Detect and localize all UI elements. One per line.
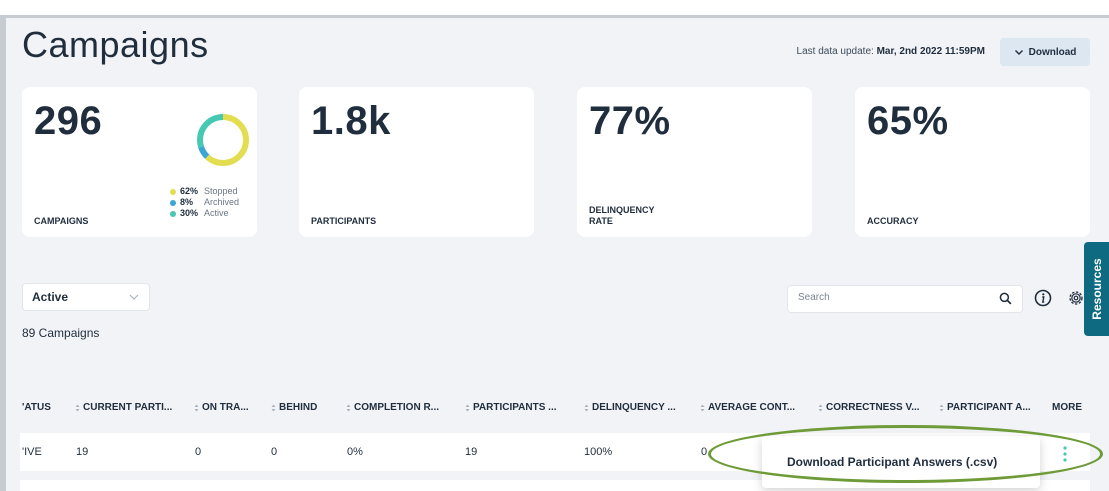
campaign-status-legend: 62% Stopped 8% Archived 30% Active — [170, 186, 239, 219]
participants-label: PARTICIPANTS — [311, 216, 377, 226]
top-divider — [0, 15, 1109, 18]
legend-item-stopped: 62% Stopped — [170, 186, 239, 197]
legend-dot-archived — [170, 199, 176, 206]
column-header-status[interactable]: 'ATUS — [22, 402, 51, 413]
legend-name-archived: Archived — [204, 197, 240, 207]
delinquency-rate: 77% — [589, 99, 671, 143]
column-header-completion-rate[interactable]: COMPLETION R... — [346, 402, 439, 413]
sort-icon — [700, 404, 705, 411]
sort-icon — [818, 404, 823, 411]
search-icon[interactable] — [999, 292, 1012, 305]
column-header-label: AVERAGE CONT... — [708, 402, 796, 413]
campaigns-card: 296 62% Stopped 8% Archived 30% Active C… — [22, 87, 257, 237]
campaigns-count: 296 — [34, 99, 103, 143]
cell-delinquency: 100% — [584, 446, 613, 458]
column-header-label: DELINQUENCY ... — [592, 402, 676, 413]
column-header-label: BEHIND — [279, 402, 318, 413]
accuracy-label: ACCURACY — [867, 216, 919, 226]
column-header-label: CORRECTNESS V... — [826, 402, 920, 413]
sort-icon — [194, 404, 199, 411]
column-header-label: CURRENT PARTI... — [83, 402, 173, 413]
last-update-label: Last data update: — [796, 46, 874, 57]
column-header-behind[interactable]: BEHIND — [271, 402, 317, 413]
column-header-more: MORE — [1052, 402, 1082, 413]
column-header-correctness[interactable]: CORRECTNESS V... — [818, 402, 920, 413]
delinquency-card: 77% DELINQUENCY RATE — [577, 87, 812, 237]
column-header-label: ON TRA... — [202, 402, 249, 413]
column-header-average[interactable]: AVERAGE CONT... — [700, 402, 795, 413]
status-filter-select[interactable]: Active — [22, 283, 150, 311]
column-header-label: 'ATUS — [22, 402, 51, 413]
legend-dot-active — [170, 210, 176, 217]
download-button-label: Download — [1028, 46, 1077, 58]
legend-item-archived: 8% Archived — [170, 197, 239, 208]
accuracy-card: 65% ACCURACY — [855, 87, 1090, 237]
cell-behind: 0 — [271, 446, 278, 458]
cell-current-participants: 19 — [76, 446, 89, 458]
status-filter-value: Active — [32, 290, 69, 304]
delinquency-label-line1: DELINQUENCY — [589, 205, 655, 215]
cell-status: 'IVE — [22, 446, 42, 458]
resources-tab-label: Resources — [1089, 258, 1104, 320]
column-header-label: PARTICIPANT A... — [947, 402, 1031, 413]
resources-tab[interactable]: Resources — [1084, 242, 1109, 336]
cell-average: 0 — [701, 446, 708, 458]
chevron-down-icon — [1014, 50, 1023, 55]
column-header-label: MORE — [1052, 402, 1082, 413]
legend-name-active: Active — [204, 208, 229, 218]
cell-completion-rate: 0% — [347, 446, 363, 458]
sort-icon — [346, 404, 351, 411]
participants-count: 1.8k — [311, 99, 391, 143]
last-data-update: Last data update: Mar, 2nd 2022 11:59PM — [797, 46, 985, 57]
legend-item-active: 30% Active — [170, 208, 239, 219]
delinquency-label-line2: RATE — [589, 216, 613, 226]
search-input[interactable] — [796, 291, 990, 304]
column-header-delinquency[interactable]: DELINQUENCY ... — [584, 402, 676, 413]
column-header-label: COMPLETION R... — [354, 402, 439, 413]
left-rail — [0, 15, 6, 491]
cell-participants: 19 — [465, 446, 478, 458]
legend-pct-archived: 8% — [180, 197, 194, 207]
legend-pct-stopped: 62% — [180, 186, 199, 196]
sort-icon — [465, 404, 470, 411]
more-actions-menu: Download Participant Answers (.csv) — [762, 436, 1040, 488]
sort-icon — [939, 404, 944, 411]
legend-name-stopped: Stopped — [204, 186, 238, 196]
campaign-status-donut — [197, 114, 249, 166]
search-box[interactable] — [787, 285, 1023, 313]
participants-card: 1.8k PARTICIPANTS — [299, 87, 534, 237]
download-participant-answers-item[interactable]: Download Participant Answers (.csv) — [787, 455, 997, 469]
info-icon[interactable] — [1034, 289, 1052, 307]
sort-icon — [584, 404, 589, 411]
legend-dot-stopped — [170, 188, 176, 195]
accuracy-value: 65% — [867, 99, 949, 143]
sort-icon — [75, 404, 80, 411]
column-header-on-track[interactable]: ON TRA... — [194, 402, 249, 413]
download-button[interactable]: Download — [1000, 38, 1090, 66]
last-update-value: Mar, 2nd 2022 11:59PM — [876, 46, 985, 57]
campaigns-label: CAMPAIGNS — [34, 216, 89, 226]
kebab-menu-icon[interactable] — [1060, 444, 1070, 464]
legend-pct-active: 30% — [180, 208, 199, 218]
column-header-current-participants[interactable]: CURRENT PARTI... — [75, 402, 172, 413]
column-header-label: PARTICIPANTS ... — [473, 402, 557, 413]
sort-icon — [271, 404, 276, 411]
campaign-count: 89 Campaigns — [22, 326, 100, 340]
gear-icon[interactable] — [1067, 289, 1085, 307]
page-title: Campaigns — [22, 24, 209, 65]
cell-on-track: 0 — [195, 446, 202, 458]
column-header-participants[interactable]: PARTICIPANTS ... — [465, 402, 557, 413]
chevron-down-icon — [129, 294, 139, 300]
delinquency-label: DELINQUENCY RATE — [589, 205, 655, 227]
column-header-participant-answers[interactable]: PARTICIPANT A... — [939, 402, 1031, 413]
